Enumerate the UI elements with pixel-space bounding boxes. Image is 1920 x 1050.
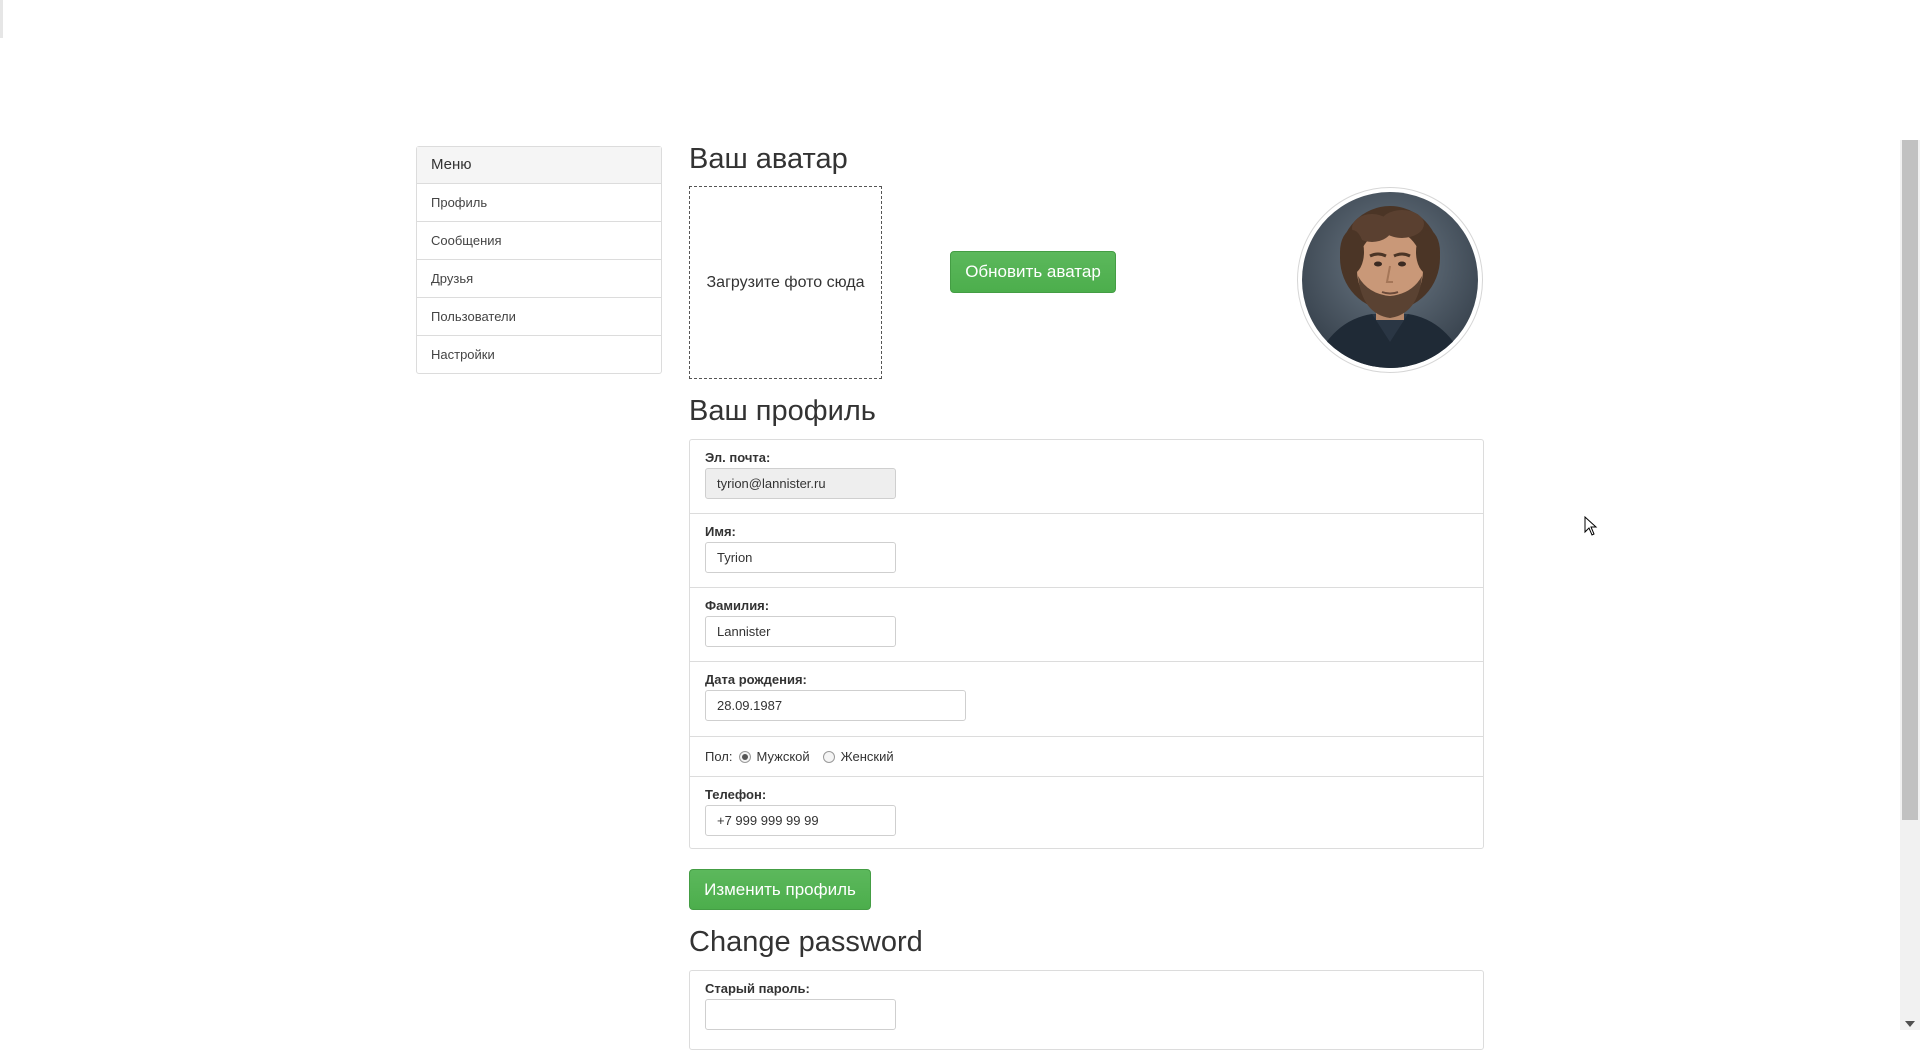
first-name-field[interactable]: Tyrion xyxy=(705,542,896,573)
last-name-row: Фамилия: Lannister xyxy=(690,588,1483,662)
sidebar-item-settings[interactable]: Настройки xyxy=(417,336,661,373)
email-field[interactable]: tyrion@lannister.ru xyxy=(705,468,896,499)
birthdate-label: Дата рождения: xyxy=(705,672,807,687)
sidebar-item-friends[interactable]: Друзья xyxy=(417,260,661,298)
sidebar-item-profile[interactable]: Профиль xyxy=(417,184,661,222)
update-avatar-button[interactable]: Обновить аватар xyxy=(950,251,1116,293)
page-scrollbar[interactable] xyxy=(1900,140,1920,1030)
sidebar-item-users[interactable]: Пользователи xyxy=(417,298,661,336)
phone-field[interactable]: +7 999 999 99 99 xyxy=(705,805,896,836)
gender-label: Пол: xyxy=(705,749,733,764)
save-profile-button[interactable]: Изменить профиль xyxy=(689,869,871,910)
window-edge-mark xyxy=(0,0,3,38)
avatar xyxy=(1297,187,1483,373)
avatar-heading: Ваш аватар xyxy=(689,143,848,175)
sidebar-menu: Меню Профиль Сообщения Друзья Пользовате… xyxy=(416,146,662,374)
phone-row: Телефон: +7 999 999 99 99 xyxy=(690,777,1483,851)
birthdate-row: Дата рождения: 28.09.1987 xyxy=(690,662,1483,737)
scrollbar-thumb[interactable] xyxy=(1902,140,1918,820)
mouse-pointer-icon xyxy=(1584,515,1598,541)
sidebar-item-messages[interactable]: Сообщения xyxy=(417,222,661,260)
phone-label: Телефон: xyxy=(705,787,767,802)
gender-male-radio[interactable] xyxy=(738,750,751,763)
last-name-field[interactable]: Lannister xyxy=(705,616,896,647)
chevron-down-icon[interactable] xyxy=(1905,1021,1915,1027)
avatar-upload-dropzone[interactable]: Загрузите фото сюда xyxy=(689,186,882,379)
first-name-label: Имя: xyxy=(705,524,736,539)
dropzone-text: Загрузите фото сюда xyxy=(706,273,865,291)
sidebar-title: Меню xyxy=(417,147,661,184)
profile-form-panel: Эл. почта: tyrion@lannister.ru Имя: Tyri… xyxy=(689,439,1484,849)
profile-heading: Ваш профиль xyxy=(689,395,876,427)
gender-row: Пол: Мужской Женский xyxy=(690,737,1483,777)
gender-female-radio[interactable] xyxy=(822,750,835,763)
last-name-label: Фамилия: xyxy=(705,598,770,613)
password-heading: Change password xyxy=(689,926,923,958)
email-row: Эл. почта: tyrion@lannister.ru xyxy=(690,440,1483,514)
avatar-photo xyxy=(1302,192,1478,368)
email-label: Эл. почта: xyxy=(705,450,771,465)
old-password-label: Старый пароль: xyxy=(705,981,810,996)
first-name-row: Имя: Tyrion xyxy=(690,514,1483,588)
gender-female-label[interactable]: Женский xyxy=(841,749,894,764)
password-form-panel: Старый пароль: xyxy=(689,970,1484,1050)
gender-male-label[interactable]: Мужской xyxy=(757,749,810,764)
old-password-row: Старый пароль: xyxy=(690,971,1483,1030)
old-password-field[interactable] xyxy=(705,999,896,1030)
birthdate-field[interactable]: 28.09.1987 xyxy=(705,690,966,721)
